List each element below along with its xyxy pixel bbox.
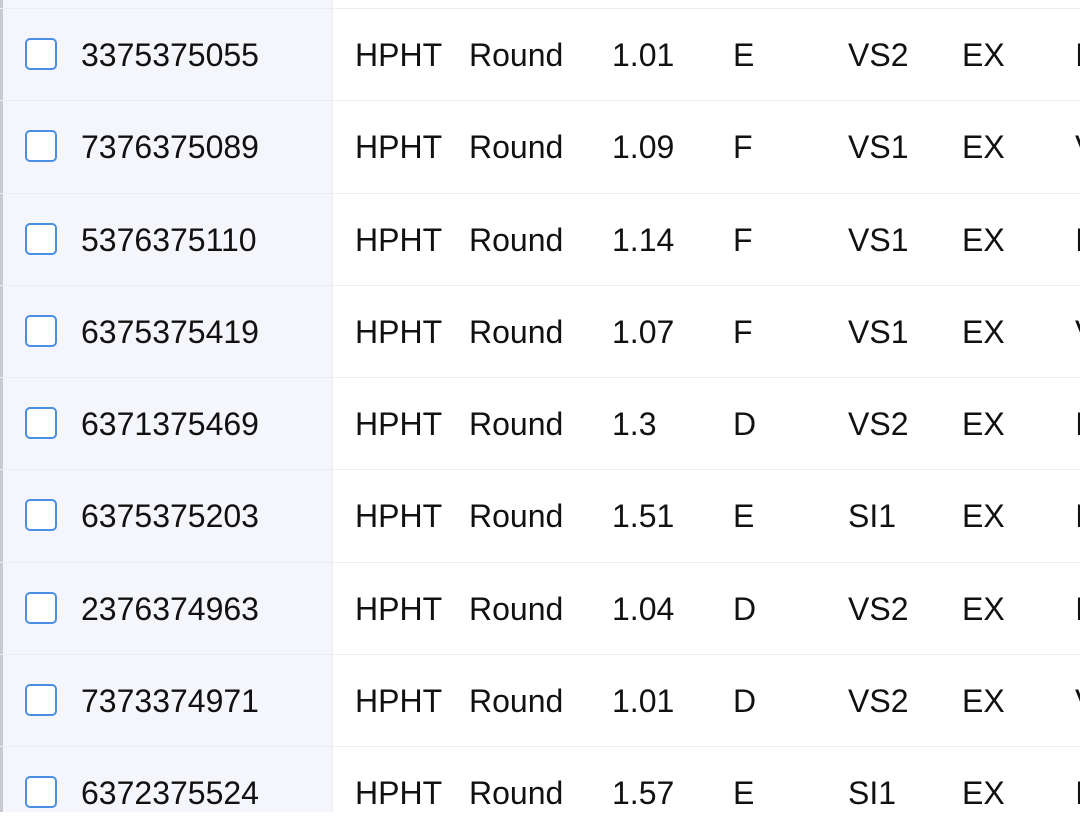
color-grade-cell: D bbox=[733, 590, 757, 627]
growth-method-cell: HPHT bbox=[355, 406, 443, 443]
cut-grade-cell: EX bbox=[962, 683, 1005, 720]
color-grade-cell: F bbox=[733, 129, 753, 166]
cut-grade-cell: EX bbox=[962, 129, 1005, 166]
table-row[interactable]: 5376375110 HPHT Round 1.14 F VS1 EX I bbox=[0, 192, 1080, 285]
cut-grade-cell: EX bbox=[962, 221, 1005, 258]
next-column-clipped-cell: I bbox=[1075, 221, 1080, 258]
carat-cell: 1.01 bbox=[612, 37, 675, 73]
shape-cell: Round bbox=[469, 221, 564, 258]
clarity-cell: SI1 bbox=[848, 775, 897, 812]
growth-method-cell: HPHT bbox=[355, 37, 443, 73]
stone-id-cell: 2376374963 bbox=[81, 590, 259, 627]
color-grade-cell: E bbox=[733, 775, 755, 812]
shape-cell: Round bbox=[469, 313, 564, 350]
row-checkbox[interactable] bbox=[25, 130, 57, 163]
cut-grade-cell: EX bbox=[962, 498, 1005, 535]
color-grade-cell: F bbox=[733, 313, 753, 350]
cut-grade-cell: EX bbox=[962, 313, 1005, 350]
color-grade-cell: D bbox=[733, 406, 757, 443]
shape-cell: Round bbox=[469, 406, 564, 443]
carat-cell: 1.01 bbox=[612, 683, 675, 720]
diamond-table: 3375375055 HPHT Round 1.01 E VS2 EX I 7376375089… bbox=[0, 8, 1080, 839]
table-row[interactable]: 6371375469 HPHT Round 1.3 D VS2 EX I bbox=[0, 377, 1080, 469]
stone-id-cell: 6375375419 bbox=[81, 313, 259, 350]
color-grade-cell: F bbox=[733, 221, 753, 258]
next-column-clipped-cell: I bbox=[1075, 775, 1080, 812]
next-column-clipped-cell: I bbox=[1075, 498, 1080, 535]
cut-grade-cell: EX bbox=[962, 590, 1005, 627]
stone-id-cell: 6371375469 bbox=[81, 406, 259, 443]
row-checkbox[interactable] bbox=[25, 38, 57, 70]
color-grade-cell: E bbox=[733, 37, 755, 73]
clarity-cell: VS2 bbox=[848, 683, 909, 720]
growth-method-cell: HPHT bbox=[355, 129, 443, 166]
table-row[interactable]: 7376375089 HPHT Round 1.09 F VS1 EX V bbox=[0, 100, 1080, 192]
next-column-clipped-cell: I bbox=[1075, 406, 1080, 443]
stone-id-cell: 7376375089 bbox=[81, 129, 259, 166]
growth-method-cell: HPHT bbox=[355, 683, 443, 720]
next-column-clipped-cell: I bbox=[1075, 590, 1080, 627]
row-checkbox[interactable] bbox=[25, 314, 57, 347]
stone-id-cell: 5376375110 bbox=[81, 221, 257, 258]
next-column-clipped-cell: V bbox=[1075, 101, 1080, 193]
next-column-clipped-cell: V bbox=[1075, 286, 1080, 378]
shape-cell: Round bbox=[469, 590, 564, 627]
next-column-clipped-cell: V bbox=[1075, 655, 1080, 747]
table-row[interactable]: 6375375419 HPHT Round 1.07 F VS1 EX V bbox=[0, 284, 1080, 378]
carat-cell: 1.04 bbox=[612, 590, 675, 627]
stone-id-cell: 6372375524 bbox=[81, 775, 259, 812]
table-row[interactable]: 3375375055 HPHT Round 1.01 E VS2 EX I bbox=[0, 8, 1080, 100]
cut-grade-cell: EX bbox=[962, 37, 1005, 73]
table-row[interactable]: 2376374963 HPHT Round 1.04 D VS2 EX I bbox=[0, 561, 1080, 654]
stone-id-cell: 6375375203 bbox=[81, 498, 259, 535]
carat-cell: 1.09 bbox=[612, 129, 675, 166]
carat-cell: 1.57 bbox=[612, 775, 675, 812]
row-checkbox[interactable] bbox=[25, 222, 57, 255]
row-checkbox[interactable] bbox=[25, 684, 57, 717]
growth-method-cell: HPHT bbox=[355, 775, 443, 812]
stone-id-cell: 3375375055 bbox=[81, 37, 259, 73]
carat-cell: 1.07 bbox=[612, 313, 675, 350]
growth-method-cell: HPHT bbox=[355, 313, 443, 350]
table-row[interactable]: 6375375203 HPHT Round 1.51 E SI1 EX I bbox=[0, 469, 1080, 561]
clarity-cell: VS1 bbox=[848, 313, 909, 350]
next-column-clipped-cell: I bbox=[1075, 37, 1080, 73]
color-grade-cell: E bbox=[733, 498, 755, 535]
shape-cell: Round bbox=[469, 129, 564, 166]
row-checkbox[interactable] bbox=[25, 776, 57, 809]
cut-grade-cell: EX bbox=[962, 775, 1005, 812]
carat-cell: 1.51 bbox=[612, 498, 675, 535]
table-row[interactable]: 6372375524 HPHT Round 1.57 E SI1 EX I bbox=[0, 746, 1080, 838]
clarity-cell: VS2 bbox=[848, 37, 909, 73]
clarity-cell: VS1 bbox=[848, 129, 909, 166]
row-checkbox[interactable] bbox=[25, 499, 57, 532]
stone-id-cell: 7373374971 bbox=[81, 683, 259, 720]
cut-grade-cell: EX bbox=[962, 406, 1005, 443]
row-checkbox[interactable] bbox=[25, 407, 57, 440]
growth-method-cell: HPHT bbox=[355, 498, 443, 535]
color-grade-cell: D bbox=[733, 683, 757, 720]
table-row[interactable]: 7373374971 HPHT Round 1.01 D VS2 EX V bbox=[0, 654, 1080, 746]
carat-cell: 1.14 bbox=[612, 221, 675, 258]
shape-cell: Round bbox=[469, 498, 564, 535]
growth-method-cell: HPHT bbox=[355, 221, 443, 258]
clarity-cell: VS1 bbox=[848, 221, 909, 258]
carat-cell: 1.3 bbox=[612, 406, 657, 443]
shape-cell: Round bbox=[469, 683, 564, 720]
clarity-cell: SI1 bbox=[848, 498, 897, 535]
clarity-cell: VS2 bbox=[848, 406, 909, 443]
shape-cell: Round bbox=[469, 37, 564, 73]
row-checkbox[interactable] bbox=[25, 591, 57, 624]
shape-cell: Round bbox=[469, 775, 564, 812]
growth-method-cell: HPHT bbox=[355, 590, 443, 627]
clarity-cell: VS2 bbox=[848, 590, 909, 627]
